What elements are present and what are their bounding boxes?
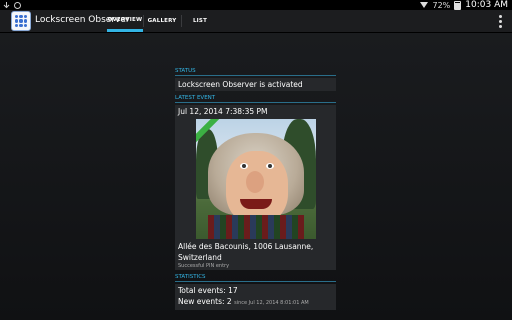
- status-header: STATUS: [175, 67, 336, 76]
- action-bar: Lockscreen Observer OVERVIEW GALLERY LIS…: [0, 10, 512, 33]
- statistics-card: Total events: 17 New events: 2 since Jul…: [175, 284, 336, 310]
- tab-list[interactable]: LIST: [182, 10, 218, 32]
- puppet-eye: [239, 163, 248, 169]
- puppet-mouth: [239, 199, 272, 209]
- battery-icon: [454, 0, 462, 10]
- statistics-header: STATISTICS: [175, 273, 336, 282]
- puppet-nose: [245, 171, 264, 193]
- photo-wrap: [178, 119, 333, 239]
- status-card: Lockscreen Observer is activated: [175, 78, 336, 91]
- new-events: New events: 2: [178, 297, 232, 306]
- tab-overview[interactable]: OVERVIEW: [107, 10, 143, 32]
- status-bar-right: 72% 10:03 AM: [420, 0, 508, 10]
- event-location: Allée des Bacounis, 1006 Lausanne, Switz…: [178, 242, 314, 262]
- puppet-eye: [265, 163, 274, 169]
- overview-content: STATUS Lockscreen Observer is activated …: [175, 64, 336, 310]
- latest-event-header: LATEST EVENT: [175, 94, 336, 103]
- app-icon[interactable]: [11, 11, 31, 31]
- status-bar-left: [3, 0, 21, 10]
- status-text: Lockscreen Observer is activated: [178, 80, 303, 89]
- alarm-icon: [14, 1, 21, 9]
- total-events: Total events: 17: [178, 286, 238, 295]
- event-description: Successful PIN entry: [178, 263, 230, 269]
- tab-gallery[interactable]: GALLERY: [144, 10, 180, 32]
- new-events-line: New events: 2 since Jul 12, 2014 8:01:01…: [178, 296, 333, 309]
- event-photo[interactable]: [195, 119, 316, 239]
- overflow-menu-icon[interactable]: [499, 15, 502, 28]
- latest-event-card[interactable]: Jul 12, 2014 7:38:35 PM Allée des Bacoun…: [175, 105, 336, 270]
- new-events-since: since Jul 12, 2014 8:01:01 AM: [234, 300, 309, 306]
- battery-percent: 72%: [432, 0, 451, 10]
- puppet-shirt: [207, 215, 304, 239]
- status-bar: 72% 10:03 AM: [0, 0, 512, 10]
- wifi-icon: [420, 2, 429, 8]
- event-timestamp: Jul 12, 2014 7:38:35 PM: [178, 107, 268, 116]
- clock: 10:03 AM: [465, 0, 508, 10]
- download-icon: [3, 1, 10, 8]
